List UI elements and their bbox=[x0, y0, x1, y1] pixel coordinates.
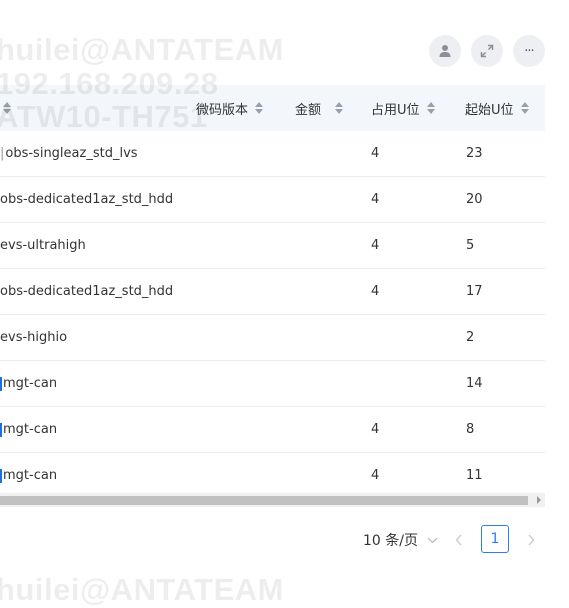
cell-u-occupied: 4 bbox=[371, 238, 380, 253]
row-marker bbox=[0, 422, 2, 437]
fullscreen-button[interactable] bbox=[471, 35, 503, 67]
cell-u-occupied: 4 bbox=[371, 422, 380, 437]
cell-name: obs-dedicated1az_std_hdd bbox=[0, 284, 174, 299]
cell-u-occupied: 4 bbox=[371, 192, 380, 207]
user-button[interactable] bbox=[429, 35, 461, 67]
cell-start-u: 23 bbox=[466, 146, 483, 161]
cell-start-u: 8 bbox=[466, 422, 475, 437]
table-row[interactable]: mgt-can 4 8 bbox=[0, 407, 545, 453]
column-header-amount[interactable]: 金额 bbox=[295, 85, 344, 131]
cell-name: mgt-can bbox=[0, 407, 57, 452]
cell-name: evs-ultrahigh bbox=[0, 238, 86, 253]
cell-name: | obs-singleaz_std_lvs bbox=[0, 131, 138, 176]
scrollbar-thumb[interactable] bbox=[0, 496, 528, 505]
column-header-label: 占用U位 bbox=[371, 102, 420, 118]
table-header: 微码版本 金额 占用U位 起始U位 bbox=[0, 85, 545, 131]
column-header-u-occupied[interactable]: 占用U位 bbox=[371, 85, 435, 131]
user-icon bbox=[438, 44, 452, 58]
row-marker bbox=[0, 468, 2, 483]
cell-u-occupied: 4 bbox=[371, 284, 380, 299]
chevron-down-icon bbox=[427, 532, 438, 548]
cell-start-u: 11 bbox=[466, 468, 483, 483]
cell-text: mgt-can bbox=[3, 422, 58, 437]
table-row[interactable]: obs-dedicated1az_std_hdd 4 17 bbox=[0, 269, 545, 315]
table-row[interactable]: evs-highio 2 bbox=[0, 315, 545, 361]
cell-start-u: 2 bbox=[466, 330, 475, 345]
watermark-line-1: huilei@ANTATEAM bbox=[0, 32, 284, 67]
page-number-current[interactable]: 1 bbox=[481, 525, 509, 553]
cell-start-u: 5 bbox=[466, 238, 475, 253]
row-marker: | bbox=[0, 146, 5, 161]
cell-name: evs-highio bbox=[0, 330, 68, 345]
sort-icon[interactable] bbox=[426, 102, 435, 114]
row-marker bbox=[0, 376, 2, 391]
column-header-label: 起始U位 bbox=[465, 102, 514, 118]
next-page-button[interactable] bbox=[526, 532, 536, 551]
cell-start-u: 17 bbox=[466, 284, 483, 299]
cell-start-u: 20 bbox=[466, 192, 483, 207]
cell-u-occupied: 4 bbox=[371, 146, 380, 161]
column-header-partial[interactable] bbox=[0, 85, 11, 131]
chevron-left-icon bbox=[454, 532, 464, 551]
page-size-label: 10 条/页 bbox=[363, 533, 418, 549]
page-size-select[interactable]: 10 条/页 bbox=[363, 530, 438, 550]
prev-page-button[interactable] bbox=[454, 532, 464, 551]
column-header-firmware[interactable]: 微码版本 bbox=[196, 85, 264, 131]
data-table: 微码版本 金额 占用U位 起始U位 | obs-singleaz_std_lvs … bbox=[0, 85, 545, 499]
cell-name: obs-dedicated1az_std_hdd bbox=[0, 192, 174, 207]
cell-start-u: 14 bbox=[466, 376, 483, 391]
sort-icon[interactable] bbox=[520, 102, 529, 114]
table-row[interactable]: | obs-singleaz_std_lvs 4 23 bbox=[0, 131, 545, 177]
expand-icon bbox=[480, 44, 494, 58]
watermark-line-4: huilei@ANTATEAM bbox=[0, 572, 284, 607]
chevron-right-icon bbox=[526, 532, 536, 551]
cell-text: mgt-can bbox=[3, 468, 58, 483]
table-row[interactable]: obs-dedicated1az_std_hdd 4 20 bbox=[0, 177, 545, 223]
column-header-start-u[interactable]: 起始U位 bbox=[465, 85, 529, 131]
more-button[interactable]: ··· bbox=[513, 35, 545, 67]
table-row[interactable]: evs-ultrahigh 4 5 bbox=[0, 223, 545, 269]
cell-text: mgt-can bbox=[3, 376, 58, 391]
cell-name: mgt-can bbox=[0, 361, 57, 406]
more-icon: ··· bbox=[524, 43, 534, 59]
column-header-label: 微码版本 bbox=[196, 102, 249, 118]
sort-icon[interactable] bbox=[3, 102, 11, 114]
column-header-label: 金额 bbox=[295, 102, 322, 118]
cell-name: mgt-can bbox=[0, 453, 57, 498]
sort-icon[interactable] bbox=[255, 102, 264, 114]
table-body: | obs-singleaz_std_lvs 4 23 obs-dedicated… bbox=[0, 131, 545, 499]
horizontal-scrollbar[interactable] bbox=[0, 493, 545, 507]
cell-text: obs-singleaz_std_lvs bbox=[5, 146, 138, 161]
scroll-right-arrow-icon[interactable] bbox=[537, 496, 541, 504]
sort-icon[interactable] bbox=[335, 102, 344, 114]
cell-u-occupied: 4 bbox=[371, 468, 380, 483]
table-row[interactable]: mgt-can 14 bbox=[0, 361, 545, 407]
